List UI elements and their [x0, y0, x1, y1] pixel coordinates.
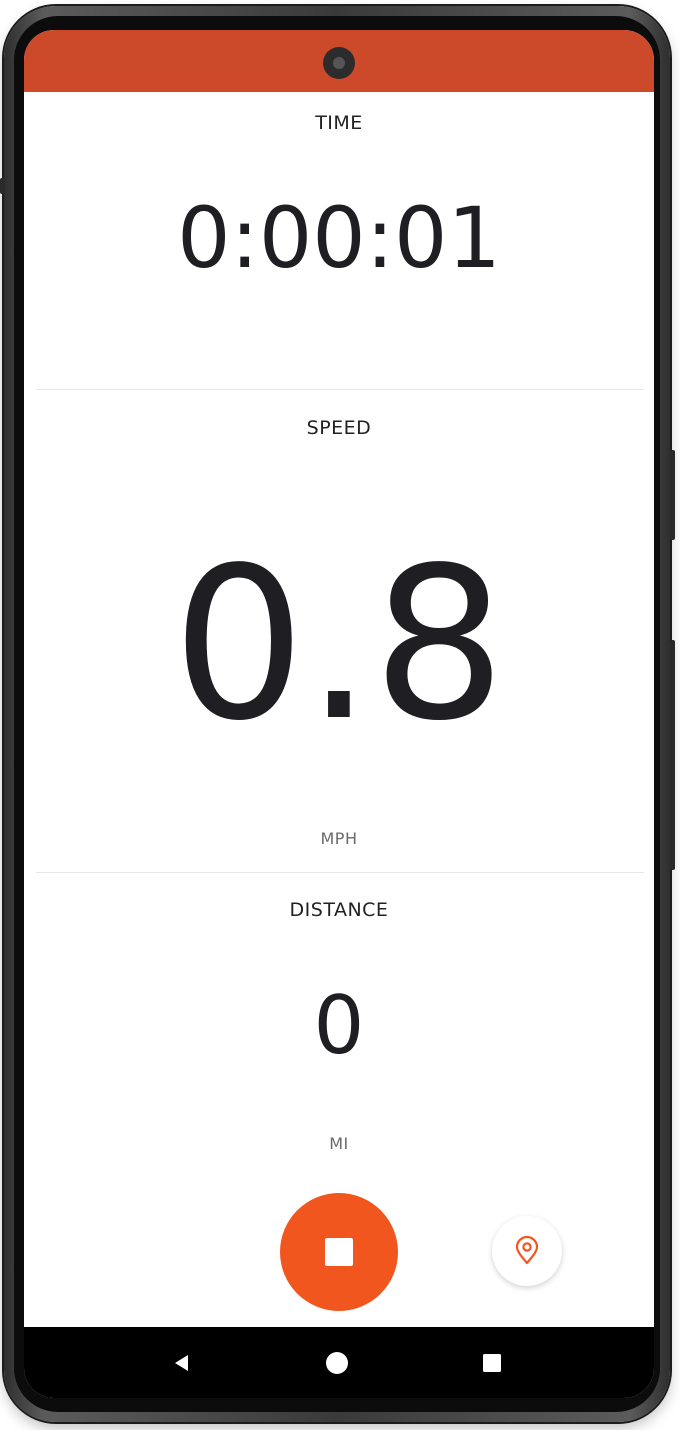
time-value: 0:00:01	[177, 189, 501, 287]
speed-label: SPEED	[306, 417, 372, 439]
nav-home-button[interactable]	[297, 1327, 377, 1398]
power-button	[670, 450, 675, 540]
status-bar	[24, 30, 654, 92]
divider-time-speed	[36, 389, 644, 390]
home-circle-icon	[326, 1351, 348, 1374]
app-screen: TIME 0:00:01 SPEED 0.8 MPH DISTANCE 0 MI	[24, 30, 654, 1398]
distance-label: DISTANCE	[289, 899, 389, 921]
divider-speed-distance	[36, 872, 644, 873]
front-camera	[323, 47, 355, 79]
speed-unit: MPH	[320, 829, 358, 848]
nav-recents-button[interactable]	[452, 1327, 532, 1398]
stop-recording-button[interactable]	[280, 1193, 398, 1311]
recents-square-icon	[483, 1353, 501, 1372]
distance-value: 0	[313, 979, 365, 1072]
back-triangle-icon	[175, 1354, 188, 1371]
system-nav-bar	[24, 1327, 654, 1398]
speed-value: 0.8	[172, 522, 506, 767]
stop-icon	[325, 1238, 353, 1266]
map-pin-icon	[515, 1236, 539, 1265]
nav-back-button[interactable]	[142, 1327, 222, 1398]
time-label: TIME	[315, 112, 363, 134]
distance-unit: MI	[329, 1134, 349, 1153]
volume-button	[0, 178, 5, 194]
side-button-lower	[670, 640, 675, 870]
location-button[interactable]	[492, 1216, 562, 1286]
